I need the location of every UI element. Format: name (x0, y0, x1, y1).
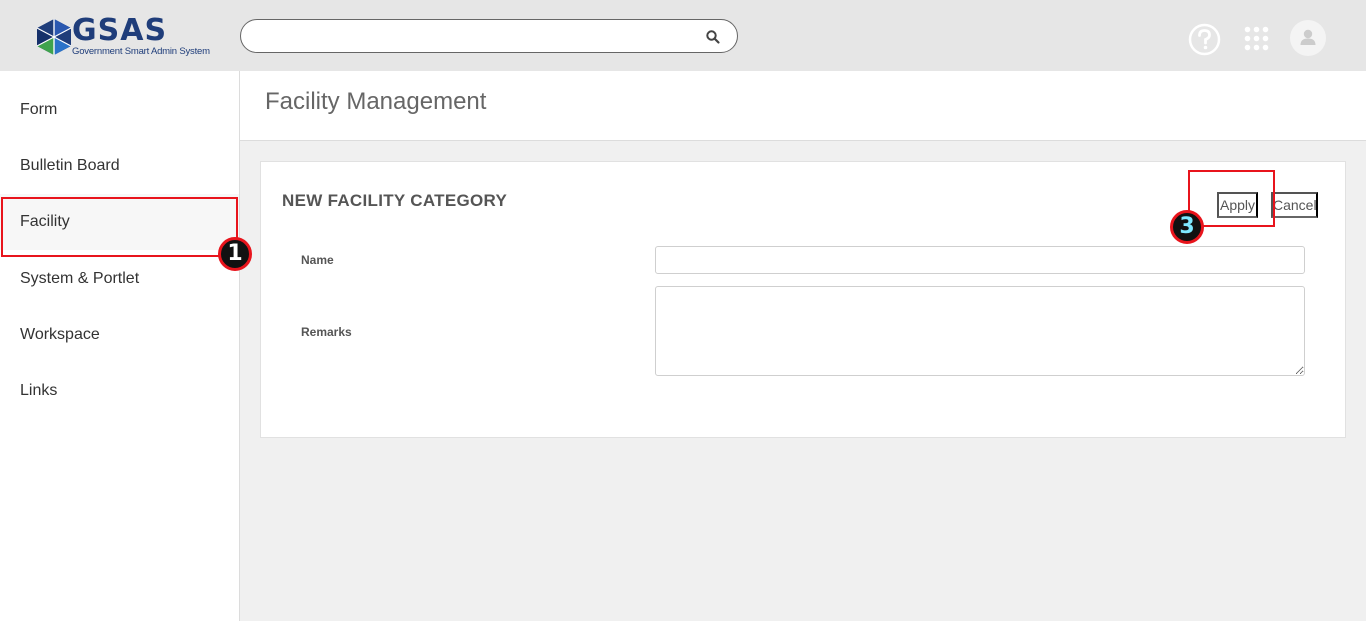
step-badge-1: 1 (218, 237, 252, 271)
search-icon[interactable] (705, 29, 721, 45)
name-label: Name (301, 253, 334, 267)
cancel-button[interactable]: Cancel (1271, 192, 1318, 218)
remarks-field[interactable] (655, 286, 1305, 376)
user-icon (1300, 29, 1316, 45)
logo-mark-icon (36, 19, 72, 55)
page-title: Facility Management (265, 88, 487, 115)
facility-highlight-box (1, 197, 238, 257)
sidebar: Form Bulletin Board Facility System & Po… (0, 71, 240, 621)
sidebar-item-links[interactable]: Links (0, 363, 239, 419)
apps-grid-icon[interactable] (1244, 26, 1269, 51)
search-input[interactable] (257, 26, 697, 46)
gsas-logo[interactable]: GSAS Government Smart Admin System (34, 13, 210, 58)
search-box[interactable] (240, 19, 738, 53)
avatar[interactable] (1290, 20, 1326, 56)
help-icon[interactable] (1188, 23, 1221, 56)
sidebar-item-system-portlet[interactable]: System & Portlet (0, 251, 239, 307)
sidebar-item-form[interactable]: Form (0, 82, 239, 138)
sidebar-item-workspace[interactable]: Workspace (0, 307, 239, 363)
remarks-label: Remarks (301, 325, 352, 339)
name-field[interactable] (655, 246, 1305, 274)
top-header: GSAS Government Smart Admin System (0, 0, 1366, 71)
sidebar-item-bulletin-board[interactable]: Bulletin Board (0, 138, 239, 194)
new-facility-category-card: NEW FACILITY CATEGORY Apply Cancel Name … (260, 161, 1346, 438)
page-title-bar: Facility Management (240, 71, 1366, 141)
logo-tagline: Government Smart Admin System (72, 46, 210, 57)
form-title: NEW FACILITY CATEGORY (282, 191, 508, 210)
logo-wordmark: GSAS (72, 13, 168, 48)
step-badge-3: 3 (1170, 210, 1204, 244)
